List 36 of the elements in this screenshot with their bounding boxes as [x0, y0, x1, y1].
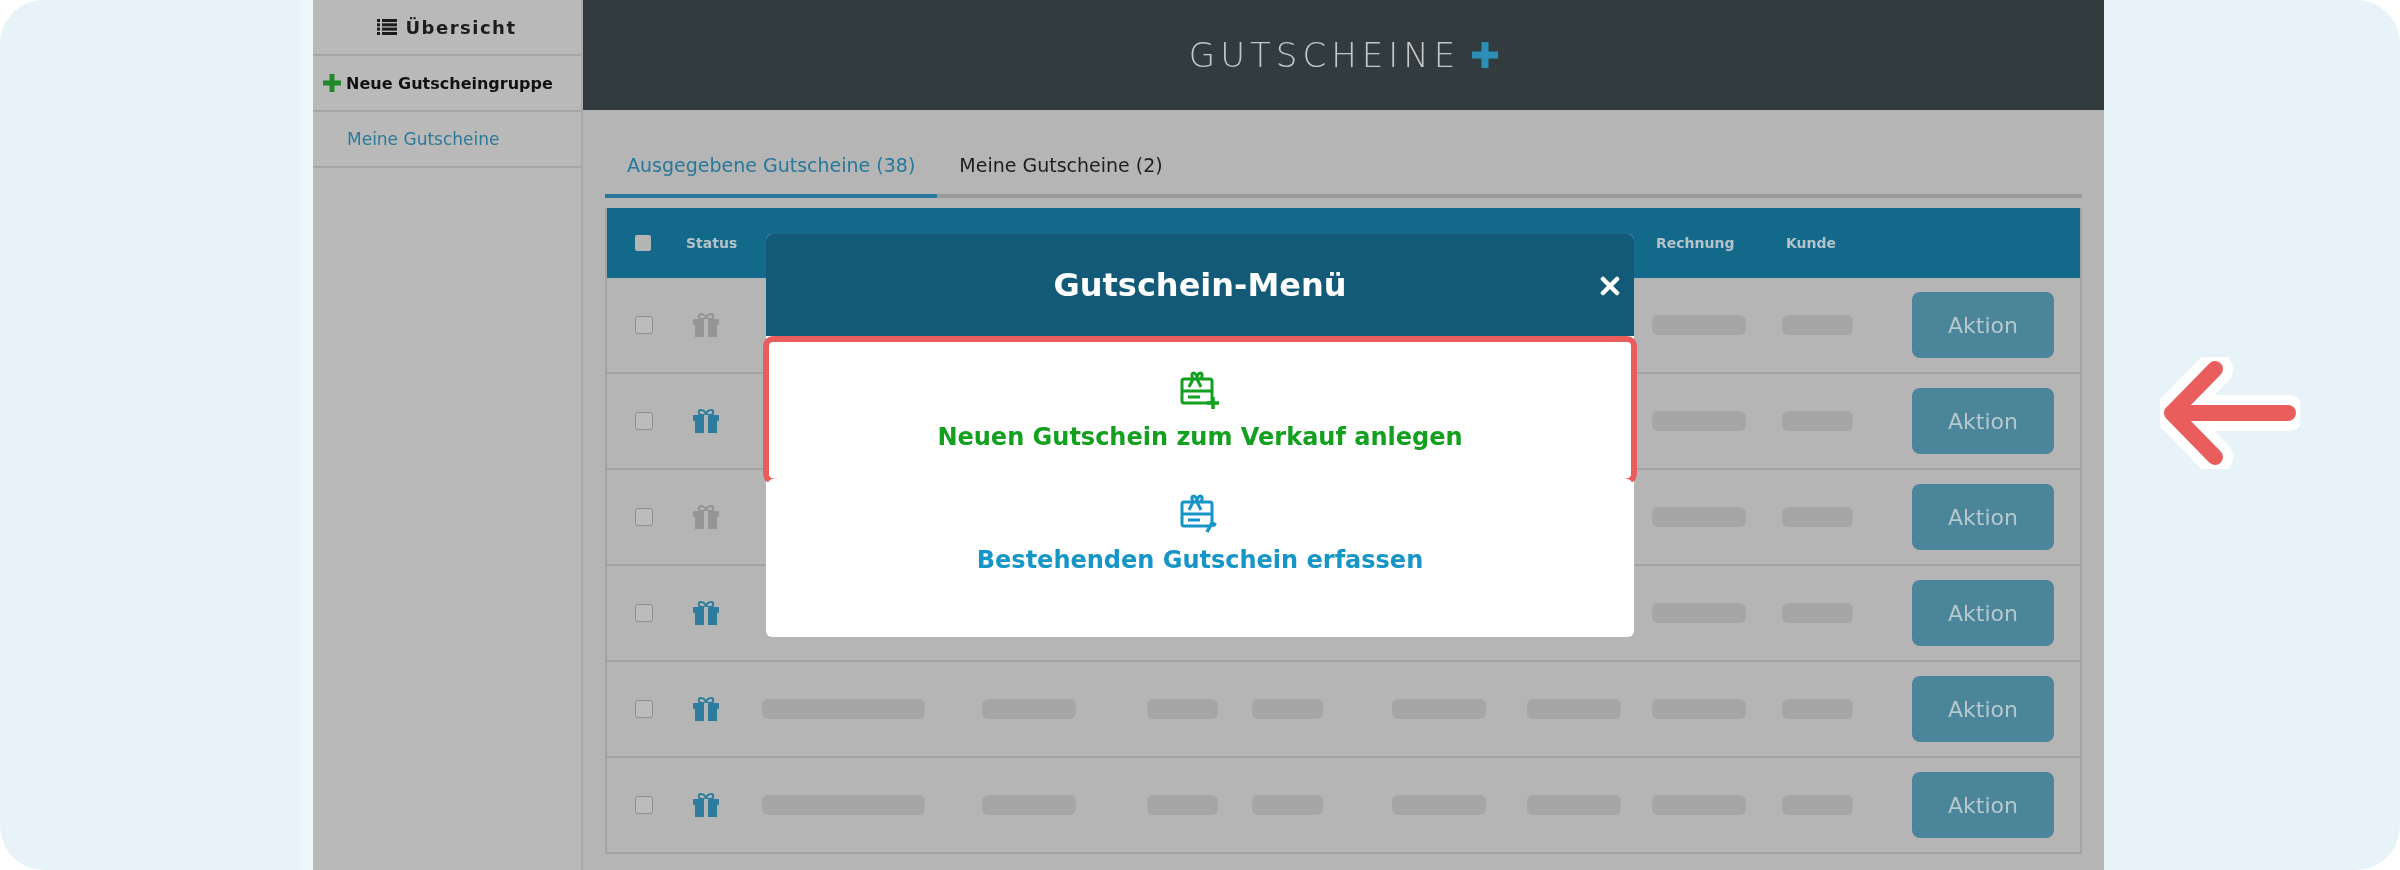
- gift-icon: [692, 504, 720, 530]
- sidebar-item[interactable]: Meine Gutscheine: [347, 129, 500, 149]
- column-header: Status: [685, 235, 738, 251]
- row-checkbox[interactable]: [635, 412, 653, 430]
- action-button[interactable]: Aktion: [1912, 388, 2054, 454]
- menu-option[interactable]: Neuen Gutschein zum Verkauf anlegen: [763, 336, 1637, 484]
- gift-icon: [692, 312, 720, 338]
- action-button[interactable]: Aktion: [1912, 676, 2054, 742]
- select-all-checkbox[interactable]: [635, 235, 651, 251]
- list-icon: [377, 19, 398, 35]
- action-button[interactable]: Aktion: [1912, 580, 2054, 646]
- gift-icon: [692, 600, 720, 626]
- sidebar-heading: Übersicht: [405, 16, 517, 38]
- gift-icon: [692, 696, 720, 722]
- arrow-icon: [2160, 357, 2300, 469]
- column-header: Kunde: [1785, 235, 1837, 251]
- sidebar-item[interactable]: Neue Gutscheingruppe: [346, 73, 553, 93]
- row-checkbox[interactable]: [635, 604, 653, 622]
- tab[interactable]: Meine Gutscheine (2): [937, 140, 1185, 198]
- voucher-icon: [1179, 369, 1221, 411]
- gift-icon: [692, 408, 720, 434]
- row-checkbox[interactable]: [635, 700, 653, 718]
- row-checkbox[interactable]: [635, 508, 653, 526]
- column-header: Rechnung: [1655, 235, 1735, 251]
- close-icon[interactable]: [1600, 276, 1620, 296]
- plus-icon: [1472, 42, 1499, 68]
- action-button[interactable]: Aktion: [1912, 484, 2054, 550]
- action-button[interactable]: Aktion: [1912, 772, 2054, 838]
- row-checkbox[interactable]: [635, 796, 653, 814]
- page-title: GUTSCHEINE: [1188, 35, 1461, 75]
- dialog-title: Gutschein-Menü: [1053, 266, 1347, 304]
- row-checkbox[interactable]: [635, 316, 653, 334]
- gift-icon: [692, 792, 720, 818]
- plus-icon: [323, 74, 341, 92]
- action-button[interactable]: Aktion: [1912, 292, 2054, 358]
- tab[interactable]: Ausgegebene Gutscheine (38): [605, 140, 938, 198]
